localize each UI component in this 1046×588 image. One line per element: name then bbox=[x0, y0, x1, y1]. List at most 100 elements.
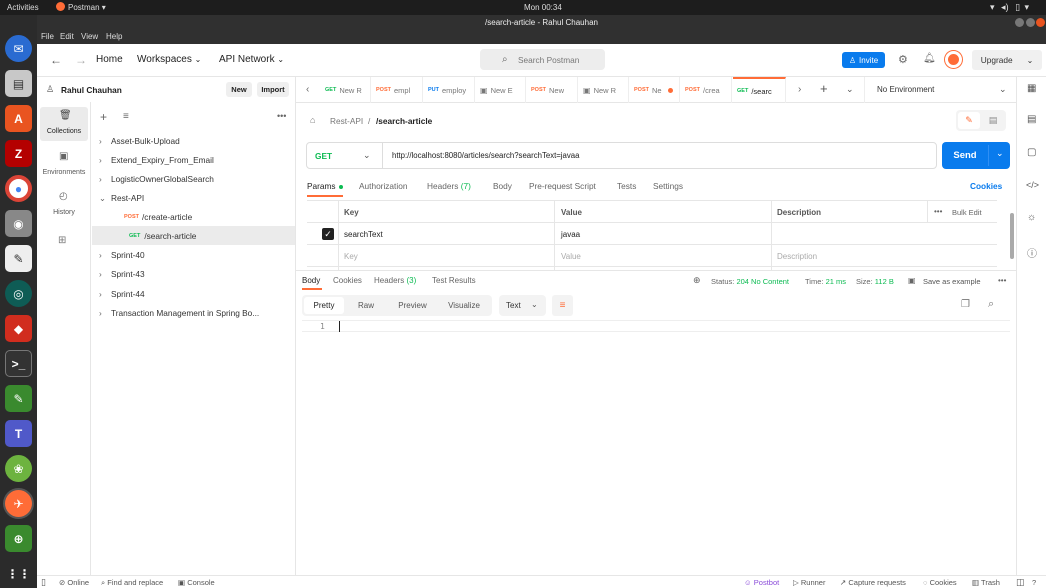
tab-tests[interactable]: Tests bbox=[617, 181, 636, 191]
chrome-icon[interactable]: ● bbox=[5, 175, 32, 202]
tab-settings[interactable]: Settings bbox=[653, 181, 683, 191]
text-editor-icon[interactable]: ✎ bbox=[5, 385, 32, 412]
cookies-button[interactable]: ◌ Cookies bbox=[923, 578, 957, 587]
lightbulb-icon[interactable]: ☼ bbox=[1027, 212, 1036, 223]
cookies-link[interactable]: Cookies bbox=[970, 181, 1002, 191]
bell-icon[interactable]: 🔔︎ bbox=[923, 53, 936, 64]
tree-item-create-article[interactable]: POST/create-article bbox=[99, 207, 295, 226]
plus-icon[interactable]: + bbox=[100, 110, 107, 124]
app-menu[interactable]: Postman ▾ bbox=[68, 3, 106, 12]
search-input[interactable]: ⌕ Search Postman bbox=[480, 49, 605, 70]
tab-headers[interactable]: Headers (7) bbox=[427, 181, 471, 191]
response-tab-headers[interactable]: Headers (3) bbox=[374, 276, 416, 285]
tree-item-asset-bulk-upload[interactable]: › Asset-Bulk-Upload bbox=[99, 131, 295, 150]
software-center-icon[interactable]: A bbox=[5, 105, 32, 132]
online-status[interactable]: ⊘ Online bbox=[59, 578, 89, 587]
tab-body[interactable]: Body bbox=[493, 181, 512, 191]
response-time[interactable]: Time: 21 ms bbox=[805, 277, 846, 286]
back-arrow-icon[interactable]: ← bbox=[50, 53, 62, 67]
forward-arrow-icon[interactable]: → bbox=[75, 53, 87, 67]
breadcrumb-collection[interactable]: Rest-API bbox=[330, 116, 363, 126]
response-size[interactable]: Size: 112 B bbox=[856, 277, 894, 286]
minimize-button[interactable] bbox=[1015, 18, 1024, 27]
anydesk-icon[interactable]: ◆ bbox=[5, 315, 32, 342]
format-select[interactable]: Text ⌄ bbox=[499, 295, 546, 316]
send-button[interactable]: Send bbox=[942, 150, 988, 161]
filter-icon[interactable]: ≡ bbox=[123, 111, 129, 122]
params-scrollbar[interactable] bbox=[1010, 213, 1014, 259]
method-select[interactable]: GET ⌄ bbox=[307, 143, 383, 168]
save-as-example-button[interactable]: Save as example bbox=[923, 277, 981, 286]
gitkraken-icon[interactable]: ◎ bbox=[5, 280, 32, 307]
upgrade-button[interactable]: Upgrade ⌄ bbox=[972, 50, 1042, 70]
system-tray[interactable]: ▾ ◂) ▯ ▾ bbox=[990, 2, 1029, 13]
import-button[interactable]: Import bbox=[257, 82, 289, 97]
files-icon[interactable]: ▤ bbox=[5, 70, 32, 97]
view-raw[interactable]: Raw bbox=[346, 297, 386, 314]
menu-view[interactable]: View bbox=[81, 32, 98, 41]
param-value[interactable]: javaa bbox=[561, 230, 580, 239]
avatar[interactable] bbox=[945, 51, 962, 68]
menu-edit[interactable]: Edit bbox=[60, 32, 74, 41]
spring-icon[interactable]: ❀ bbox=[5, 455, 32, 482]
code-icon[interactable]: </> bbox=[1026, 180, 1039, 190]
home-link[interactable]: Home bbox=[96, 54, 123, 65]
tabs-dropdown-icon[interactable]: ⌄ bbox=[846, 84, 854, 95]
find-replace-button[interactable]: ⌕ Find and replace bbox=[101, 578, 163, 588]
copy-icon[interactable]: ❐ bbox=[961, 299, 970, 310]
request-name[interactable]: /search-article bbox=[376, 116, 432, 126]
bulk-edit-button[interactable]: Bulk Edit bbox=[952, 208, 982, 217]
teams-icon[interactable]: T bbox=[5, 420, 32, 447]
two-pane-icon[interactable]: ◫ bbox=[1016, 577, 1025, 588]
tab-new-r[interactable]: ▣ New R bbox=[579, 77, 629, 103]
tree-item-search-article[interactable]: GET/search-article bbox=[92, 226, 295, 245]
inkscape-icon[interactable]: ✎ bbox=[5, 245, 32, 272]
description-placeholder[interactable]: Description bbox=[777, 252, 817, 261]
close-button[interactable] bbox=[1036, 18, 1045, 27]
environment-selector[interactable]: No Environment ⌄ bbox=[864, 77, 1016, 103]
show-apps-icon[interactable]: ⋮⋮ bbox=[5, 560, 32, 587]
tab-authorization[interactable]: Authorization bbox=[359, 181, 407, 191]
view-pretty[interactable]: Pretty bbox=[304, 297, 344, 314]
grid-icon[interactable]: ▦ bbox=[1027, 83, 1036, 94]
menu-help[interactable]: Help bbox=[106, 32, 122, 41]
tab-post-crea[interactable]: POST/crea bbox=[681, 77, 732, 103]
param-checkbox[interactable]: ✓ bbox=[322, 228, 334, 240]
new-button[interactable]: New bbox=[226, 82, 252, 97]
workspaces-menu[interactable]: Workspaces ⌄ bbox=[137, 54, 201, 65]
tree-item-sprint-40[interactable]: › Sprint-40 bbox=[99, 245, 295, 264]
tab-get-new-r[interactable]: GET New R bbox=[321, 77, 371, 103]
postbot-button[interactable]: ☺ Postbot bbox=[744, 578, 779, 587]
key-placeholder[interactable]: Key bbox=[344, 252, 358, 261]
invite-button[interactable]: ♙ Invite bbox=[842, 52, 885, 68]
tree-item-extend-expiry[interactable]: › Extend_Expiry_From_Email bbox=[99, 150, 295, 169]
response-editor[interactable]: 1 bbox=[302, 320, 1010, 332]
postman-icon[interactable]: ✈ bbox=[5, 490, 32, 517]
screenshot-icon[interactable]: ◉ bbox=[5, 210, 32, 237]
workspace-name[interactable]: Rahul Chauhan bbox=[61, 85, 122, 95]
param-key[interactable]: searchText bbox=[344, 230, 383, 239]
info-icon[interactable]: ⓘ bbox=[1027, 245, 1037, 260]
tab-post-new[interactable]: POST New bbox=[527, 77, 578, 103]
gear-icon[interactable]: ⚙ bbox=[898, 53, 908, 66]
filezilla-icon[interactable]: Z bbox=[5, 140, 32, 167]
tree-item-sprint-43[interactable]: › Sprint-43 bbox=[99, 264, 295, 283]
tab-prerequest-script[interactable]: Pre-request Script bbox=[529, 181, 596, 191]
runner-button[interactable]: ▷ Runner bbox=[793, 578, 825, 587]
url-input[interactable]: http://localhost:8080/articles/search?se… bbox=[392, 151, 579, 160]
view-preview[interactable]: Preview bbox=[390, 297, 435, 314]
more-options-icon[interactable]: ••• bbox=[277, 111, 286, 121]
new-tab-plus-icon[interactable]: + bbox=[820, 81, 828, 96]
collection-filter-input[interactable] bbox=[136, 110, 273, 126]
rail-item-environments[interactable]: ▣ Environments bbox=[40, 148, 88, 182]
value-placeholder[interactable]: Value bbox=[561, 252, 581, 261]
tree-item-logistic-owner[interactable]: › LogisticOwnerGlobalSearch bbox=[99, 169, 295, 188]
maximize-button[interactable] bbox=[1026, 18, 1035, 27]
sidebar-toggle-icon[interactable]: ▯ bbox=[41, 577, 46, 588]
rail-item-collections[interactable]: 🗑︎ Collections bbox=[40, 107, 88, 141]
rail-item-history[interactable]: ◴ History bbox=[40, 188, 88, 222]
chevron-right-icon[interactable]: › bbox=[798, 84, 801, 95]
tab-new-e[interactable]: ▣ New E bbox=[476, 77, 526, 103]
search-icon[interactable]: ⌕ bbox=[988, 298, 994, 311]
wrap-lines-icon[interactable]: ≡ bbox=[552, 295, 573, 316]
